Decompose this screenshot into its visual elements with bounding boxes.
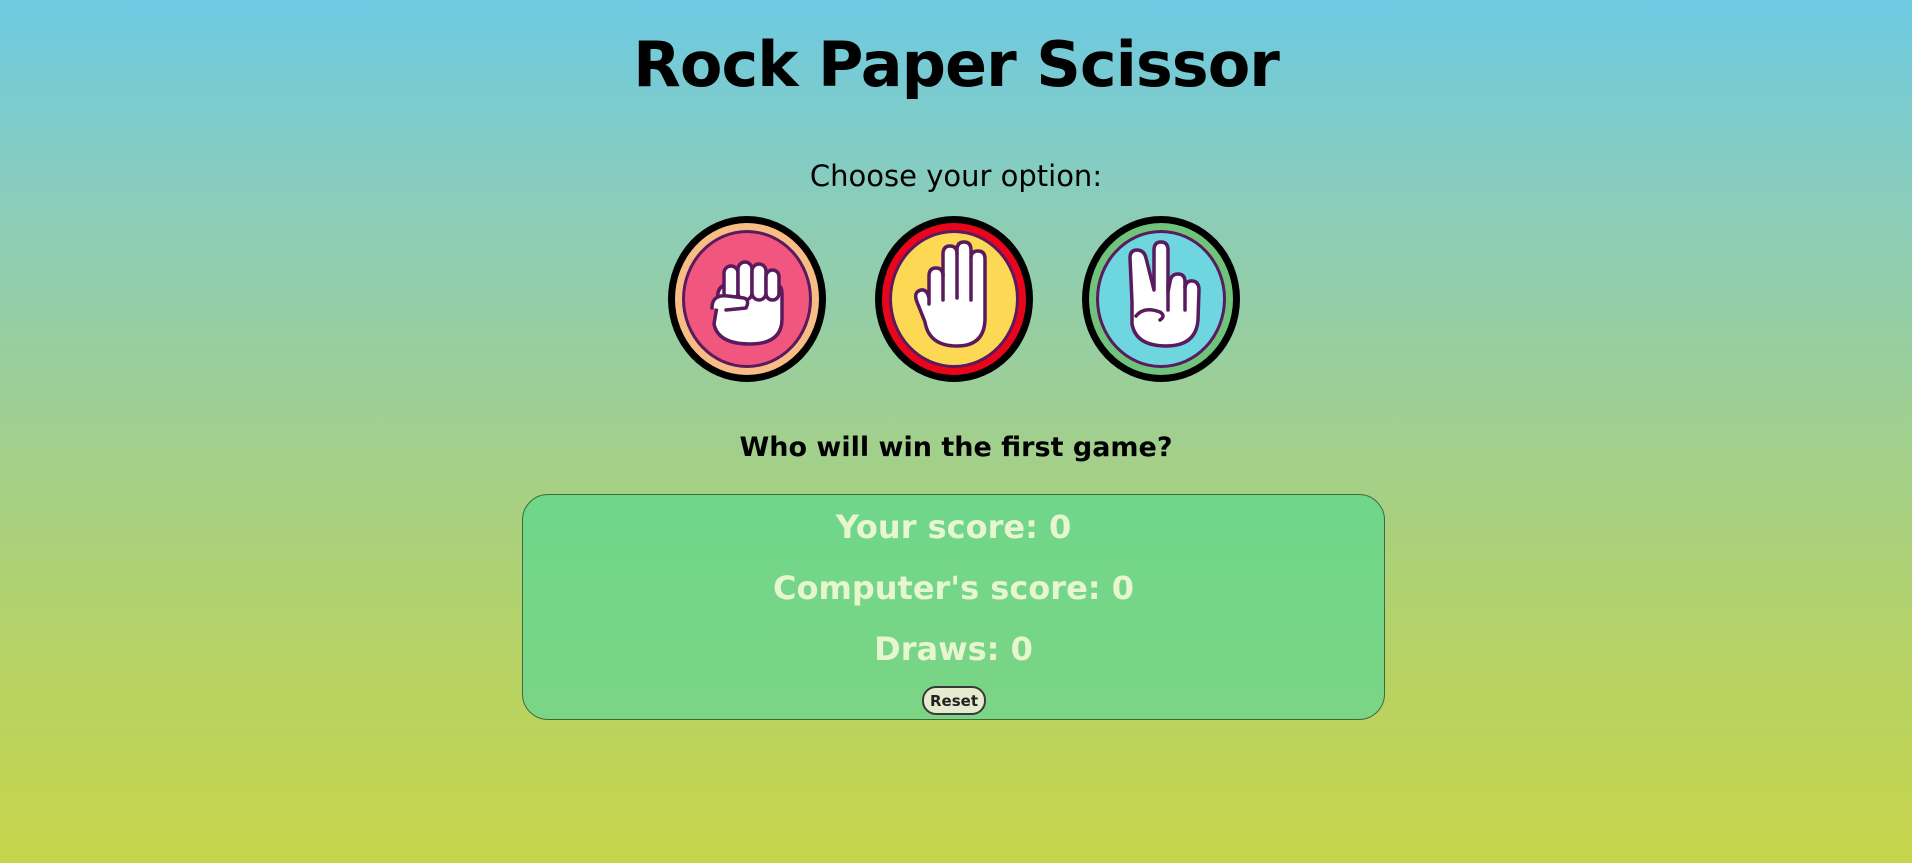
player-score: Your score: 0 [835, 508, 1072, 546]
rock-hand-icon [668, 216, 826, 382]
scissors-button[interactable] [1080, 214, 1242, 384]
scissors-hand-icon [1082, 216, 1240, 382]
reset-button[interactable]: Reset [922, 686, 986, 715]
round-status-message: Who will win the first game? [739, 432, 1173, 463]
rock-button[interactable] [666, 214, 828, 384]
paper-button[interactable] [873, 214, 1035, 384]
draws-count: Draws: 0 [874, 630, 1033, 668]
paper-hand-icon [875, 216, 1033, 382]
choice-buttons [0, 214, 1912, 384]
choose-option-label: Choose your option: [809, 159, 1103, 193]
scoreboard: Your score: 0 Computer's score: 0 Draws:… [522, 494, 1385, 720]
computer-score: Computer's score: 0 [773, 569, 1134, 607]
page-title: Rock Paper Scissor [633, 28, 1280, 101]
